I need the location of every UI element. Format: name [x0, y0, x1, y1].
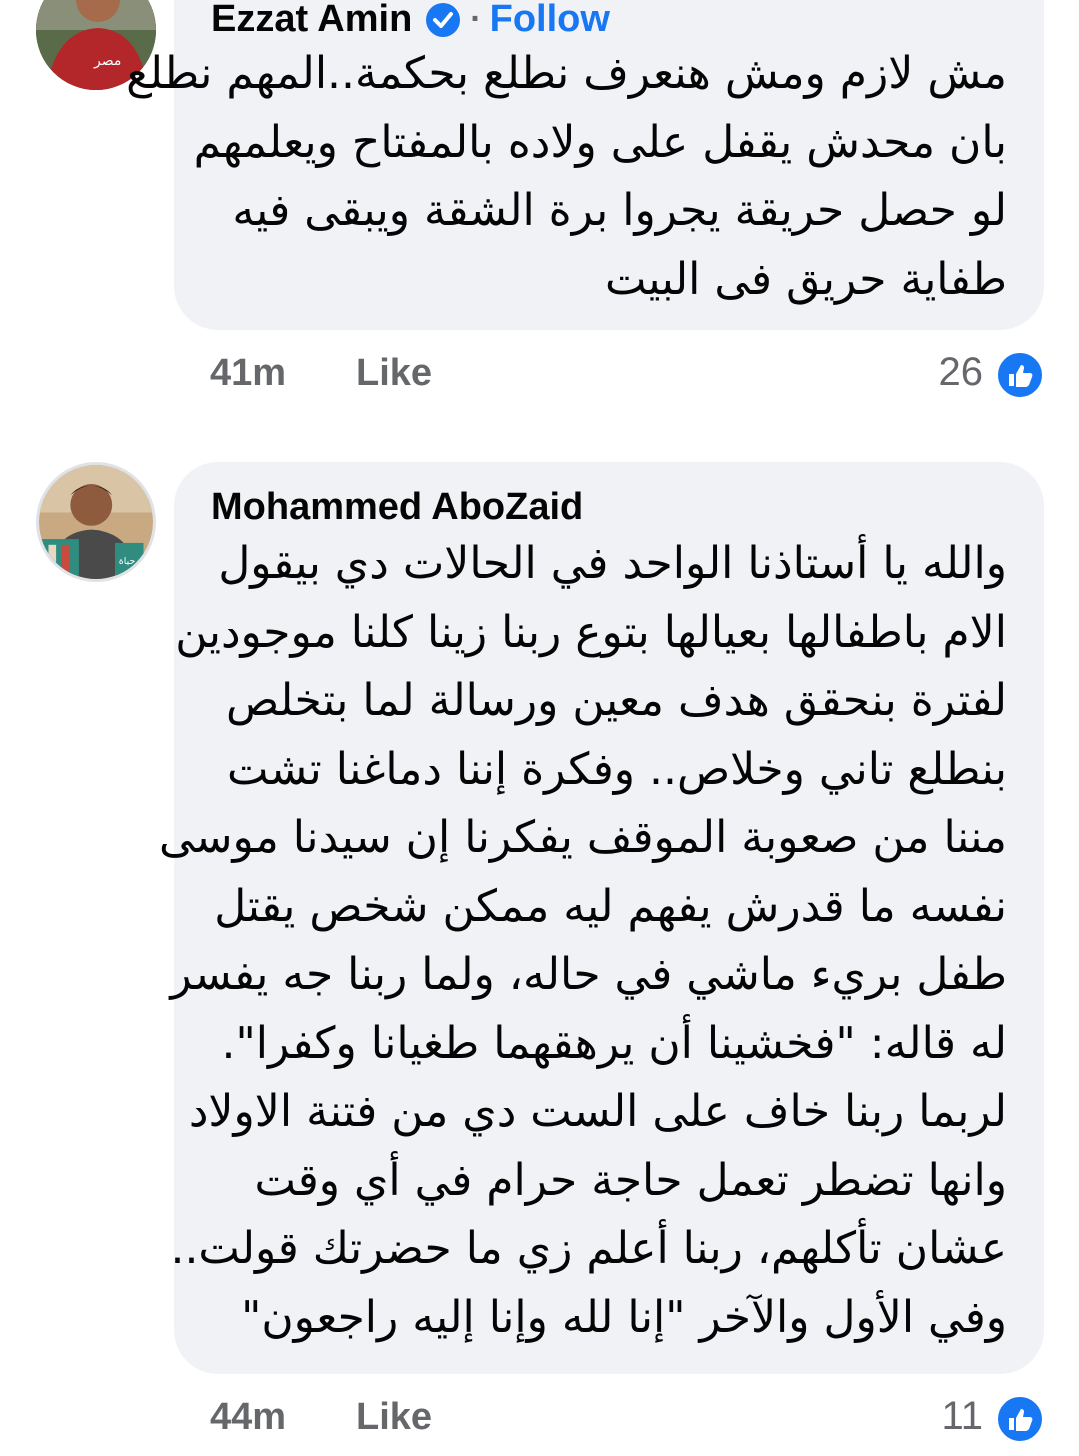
author-row: Ezzat Amin · Follow [211, 0, 610, 41]
comment-time[interactable]: 44m [210, 1396, 286, 1439]
verified-badge-icon [426, 2, 461, 37]
comment-line: وفي الأول والآخر "إنا لله وإنا إليه راجع… [241, 1291, 1007, 1343]
reaction-count[interactable]: 11 [941, 1394, 983, 1439]
comment-line: وانها تضطر تعمل حاجة حرام في أي وقت [254, 1154, 1007, 1206]
comment-line: مننا من صعوبة الموقف يفكرنا إن سيدنا موس… [158, 812, 1007, 863]
comment-line: مش لازم ومش هنعرف نطلع بحكمة..المهم نطلع [126, 48, 1007, 99]
comment-line: لفترة بنحقق هدف معين ورسالة لما بتخلص [226, 675, 1007, 726]
author-name[interactable]: Mohammed AboZaid [211, 486, 583, 529]
like-reaction-icon[interactable] [995, 350, 1045, 400]
separator-dot: · [470, 0, 482, 38]
comment-bubble: Ezzat Amin · Follow مش لازم ومش هنعرف نط… [126, 0, 1044, 330]
user-avatar: حياة [39, 465, 153, 579]
comment-text: والله يا أستاذنا الواحد في الحالات دي بي… [158, 530, 1007, 1352]
comment-mohammed-abozaid: حياة Mohammed AboZaid والله يا أستاذنا ا… [0, 460, 1079, 1456]
reaction-count[interactable]: 26 [939, 350, 984, 395]
like-button[interactable]: Like [356, 352, 432, 395]
comment-line: والله يا أستاذنا الواحد في الحالات دي بي… [218, 538, 1007, 589]
comment-line: نفسه ما قدرش يفهم ليه ممكن شخص يقتل [214, 880, 1007, 932]
comment-meta: 41m Like 26 [0, 350, 1079, 402]
comment-line: له قاله: "فخشينا أن يرهقهما طغيانا وكفرا… [221, 1017, 1007, 1069]
author-name[interactable]: Ezzat Amin [211, 0, 412, 41]
comment-line: بنطلع تاني وخلاص.. وفكرة إننا دماغنا تشت [227, 743, 1007, 795]
svg-text:حياة: حياة [119, 556, 136, 567]
comment-text: مش لازم ومش هنعرف نطلع بحكمة..المهم نطلع… [126, 40, 1007, 314]
comment-line: طفاية حريق فى البيت [605, 253, 1007, 305]
comment-line: الام باطفالها بعيالها بتوع ربنا زينا كلن… [175, 606, 1007, 658]
comment-line: لو حصل حريقة يجروا برة الشقة ويبقى فيه [232, 185, 1007, 236]
comment-meta: 44m Like 11 [0, 1394, 1079, 1446]
comment-ezzat-amin: مصر Ezzat Amin · Follow مش لازم ومش هنعر… [0, 0, 1079, 400]
comment-line: عشان تأكلهم، ربنا أعلم زي ما حضرتك قولت.… [170, 1223, 1007, 1274]
like-reaction-icon[interactable] [995, 1394, 1045, 1444]
comment-line: لربما ربنا خاف على الست دي من فتنة الاول… [188, 1086, 1007, 1137]
avatar[interactable]: حياة [36, 462, 156, 582]
comment-time[interactable]: 41m [210, 352, 286, 395]
like-button[interactable]: Like [356, 1396, 432, 1439]
comment-bubble: Mohammed AboZaid والله يا أستاذنا الواحد… [158, 462, 1044, 1374]
follow-button[interactable]: Follow [490, 0, 610, 41]
svg-text:مصر: مصر [93, 53, 121, 69]
comment-line: طفل بريء ماشي في حاله، ولما ربنا جه يفسر [170, 949, 1007, 1000]
comment-line: بان محدش يقفل على ولاده بالمفتاح ويعلمهم [193, 116, 1007, 168]
